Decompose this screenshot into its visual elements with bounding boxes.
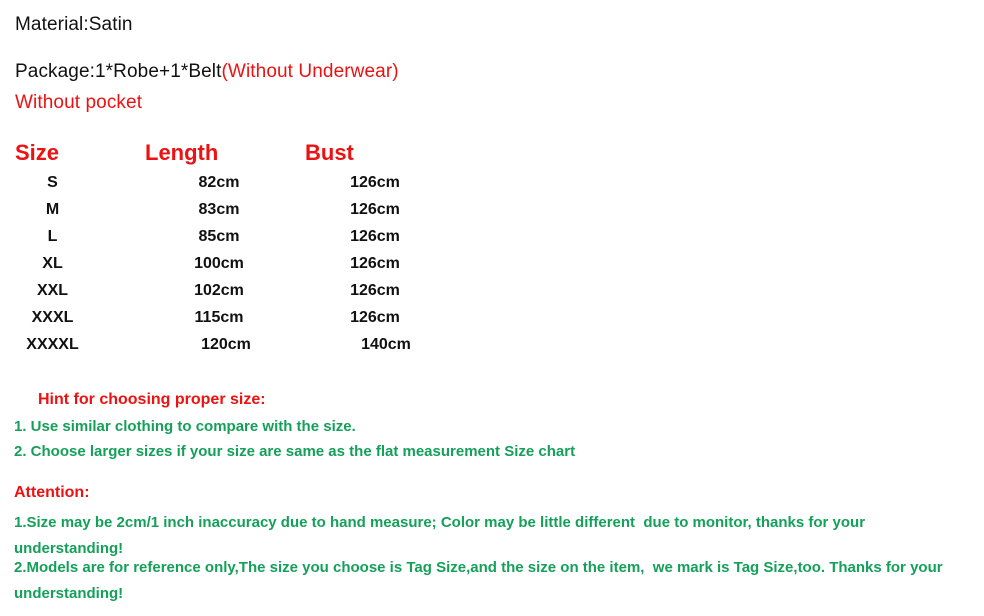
size-chart-head: Size Length Bust [0, 137, 445, 169]
cell-bust: 126cm [350, 308, 400, 326]
hint-title: Hint for choosing proper size: [38, 391, 266, 408]
cell-bust: 140cm [361, 335, 411, 353]
cell-length: 82cm [198, 173, 240, 191]
size-chart-header-row: Size Length Bust [0, 137, 445, 169]
cell-length: 100cm [194, 254, 244, 272]
cell-length: 102cm [194, 281, 244, 299]
table-row: XL 100cm 126cm [0, 250, 445, 277]
size-chart: Size Length Bust S 82cm 126cm M 83cm 126… [0, 137, 420, 358]
hint-item-one: 1. Use similar clothing to compare with … [14, 418, 356, 435]
cell-length: 83cm [198, 200, 240, 218]
package-note-underwear: (Without Underwear) [221, 61, 399, 82]
cell-length: 120cm [201, 335, 251, 353]
product-size-info-page: Material:Satin Package:1*Robe+1*Belt(Wit… [0, 0, 984, 616]
table-row: XXL 102cm 126cm [0, 277, 445, 304]
cell-length: 115cm [194, 308, 244, 326]
cell-bust: 126cm [350, 281, 400, 299]
cell-size: XL [42, 254, 63, 272]
cell-size: XXXXL [26, 335, 79, 353]
cell-size: L [47, 227, 58, 245]
size-chart-table: Size Length Bust S 82cm 126cm M 83cm 126… [0, 137, 445, 358]
attention-title: Attention: [14, 484, 90, 501]
table-row: XXXXL 120cm 140cm [0, 331, 445, 358]
cell-bust: 126cm [350, 227, 400, 245]
table-row: M 83cm 126cm [0, 196, 445, 223]
cell-size: M [45, 200, 60, 218]
cell-size: XXL [36, 281, 69, 299]
cell-size: S [47, 173, 58, 191]
cell-size: XXXL [31, 308, 74, 326]
package-label: Package:1*Robe+1*Belt [15, 61, 222, 82]
material-line: Material:Satin [15, 14, 133, 35]
package-line: Package:1*Robe+1*Belt(Without Underwear) [15, 61, 399, 83]
column-header-size: Size [15, 140, 60, 165]
pocket-note: Without pocket [15, 92, 143, 113]
column-header-bust: Bust [305, 140, 354, 165]
size-chart-body: S 82cm 126cm M 83cm 126cm L 85cm 126cm X… [0, 169, 445, 358]
table-row: S 82cm 126cm [0, 169, 445, 196]
cell-bust: 126cm [350, 173, 400, 191]
hint-item-two: 2. Choose larger sizes if your size are … [14, 443, 576, 460]
cell-bust: 126cm [350, 254, 400, 272]
cell-bust: 126cm [350, 200, 400, 218]
cell-length: 85cm [198, 227, 240, 245]
attention-item-two: 2.Models are for reference only,The size… [14, 559, 947, 602]
table-row: XXXL 115cm 126cm [0, 304, 445, 331]
table-row: L 85cm 126cm [0, 223, 445, 250]
column-header-length: Length [145, 140, 219, 165]
